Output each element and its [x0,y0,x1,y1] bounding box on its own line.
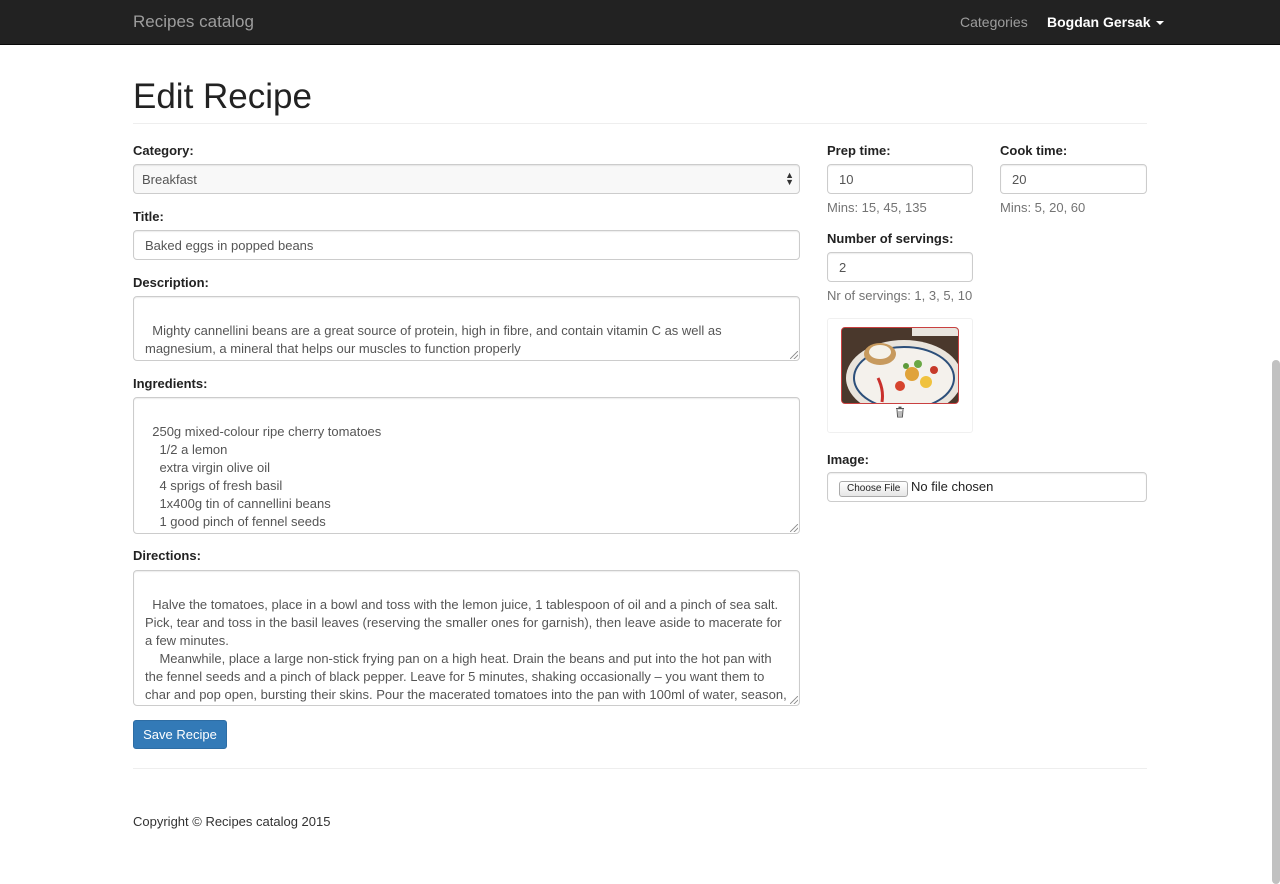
image-label: Image: [827,452,869,467]
ingredients-textarea[interactable]: 250g mixed-colour ripe cherry tomatoes 1… [133,397,800,534]
directions-label: Directions: [133,548,201,563]
description-text: Mighty cannellini beans are a great sour… [145,323,726,356]
ingredients-label: Ingredients: [133,376,208,391]
resize-grip-icon[interactable] [790,696,798,704]
directions-text: Halve the tomatoes, place in a bowl and … [145,597,787,702]
page-scrollbar[interactable] [1272,360,1280,884]
title-input[interactable]: Baked eggs in popped beans [133,230,800,260]
cook-time-label: Cook time: [1000,143,1068,158]
category-label: Category: [133,143,194,158]
cook-time-help: Mins: 5, 20, 60 [1000,200,1086,215]
user-menu-label: Bogdan Gersak [1047,14,1151,30]
description-textarea[interactable]: Mighty cannellini beans are a great sour… [133,296,800,361]
select-arrows-icon: ▲ ▼ [785,170,794,187]
category-select[interactable]: Breakfast ▲ ▼ [133,164,800,194]
recipe-photo-icon [842,328,958,403]
resize-grip-icon[interactable] [790,351,798,359]
categories-link[interactable]: Categories [960,14,1028,30]
trash-icon[interactable] [894,406,906,418]
save-recipe-button[interactable]: Save Recipe [133,720,227,749]
recipe-image-thumbnail [841,327,959,404]
page-title: Edit Recipe [133,77,312,116]
title-label: Title: [133,209,164,224]
directions-textarea[interactable]: Halve the tomatoes, place in a bowl and … [133,570,800,706]
user-menu-dropdown[interactable]: Bogdan Gersak [1047,14,1165,30]
caret-down-icon [1156,21,1165,26]
servings-label: Number of servings: [827,231,954,246]
footer-divider [133,768,1147,769]
ingredients-text: 250g mixed-colour ripe cherry tomatoes 1… [152,424,382,533]
top-navbar: Recipes catalog Categories Bogdan Gersak [0,0,1280,45]
footer-copyright: Copyright © Recipes catalog 2015 [133,814,331,829]
cook-time-input[interactable]: 20 [1000,164,1147,194]
servings-help: Nr of servings: 1, 3, 5, 10 [827,288,973,303]
resize-grip-icon[interactable] [790,524,798,532]
file-status-text: No file chosen [911,479,994,494]
image-file-input[interactable]: Choose File No file chosen [827,472,1147,502]
prep-time-label: Prep time: [827,143,891,158]
brand-link[interactable]: Recipes catalog [133,12,254,32]
choose-file-button[interactable]: Choose File [839,481,909,497]
title-divider [133,123,1147,124]
prep-time-help: Mins: 15, 45, 135 [827,200,927,215]
servings-input[interactable]: 2 [827,252,973,282]
category-select-value: Breakfast [142,172,197,187]
prep-time-input[interactable]: 10 [827,164,973,194]
description-label: Description: [133,275,209,290]
